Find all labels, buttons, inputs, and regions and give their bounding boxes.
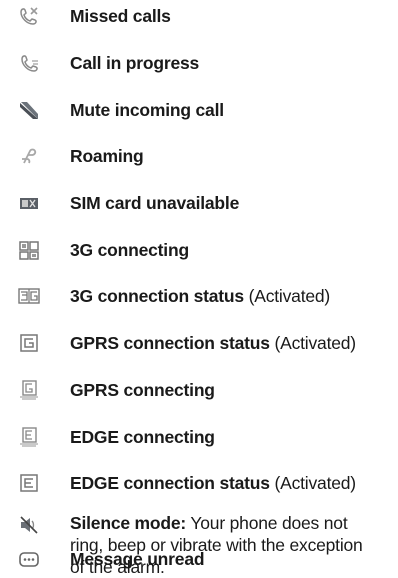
sim-unavailable-icon	[18, 192, 40, 214]
message-unread-icon	[18, 549, 40, 571]
mute-incoming-call-icon	[18, 99, 40, 121]
item-label: Roaming	[70, 146, 144, 166]
missed-calls-icon	[18, 5, 40, 27]
3g-connecting-icon	[18, 239, 40, 261]
edge-status-icon	[18, 472, 40, 494]
item-label: EDGE connecting	[70, 427, 215, 447]
edge-connecting-icon	[18, 426, 40, 448]
item-text: EDGE connection status (Activated)	[70, 472, 390, 494]
item-text: 3G connection status (Activated)	[70, 285, 390, 307]
item-status-suffix: (Activated)	[274, 333, 356, 353]
item-label: Call in progress	[70, 53, 200, 73]
item-label: SIM card unavailable	[70, 193, 240, 213]
status-icon-list: Missed calls Call in progress Mute incom…	[0, 0, 398, 577]
gprs-status-icon	[18, 332, 40, 354]
gprs-connecting-icon	[18, 379, 40, 401]
call-in-progress-icon	[18, 52, 40, 74]
item-text: GPRS connection status (Activated)	[70, 332, 390, 354]
3g-status-icon	[18, 285, 40, 307]
item-label: Mute incoming call	[70, 100, 224, 120]
item-description-line: Your phone does not	[190, 513, 348, 533]
silence-mode-icon	[18, 514, 40, 536]
item-label: Missed calls	[70, 6, 171, 26]
item-label: Silence mode:	[70, 513, 187, 533]
item-label: Message unread	[70, 549, 205, 569]
item-label: EDGE connection status	[70, 473, 270, 493]
item-status-suffix: (Activated)	[248, 286, 331, 306]
roaming-icon	[18, 145, 40, 167]
item-label: GPRS connection status	[70, 333, 270, 353]
item-label: 3G connecting	[70, 240, 189, 260]
item-label: 3G connection status	[70, 286, 244, 306]
item-label: GPRS connecting	[70, 380, 215, 400]
item-status-suffix: (Activated)	[274, 473, 356, 493]
